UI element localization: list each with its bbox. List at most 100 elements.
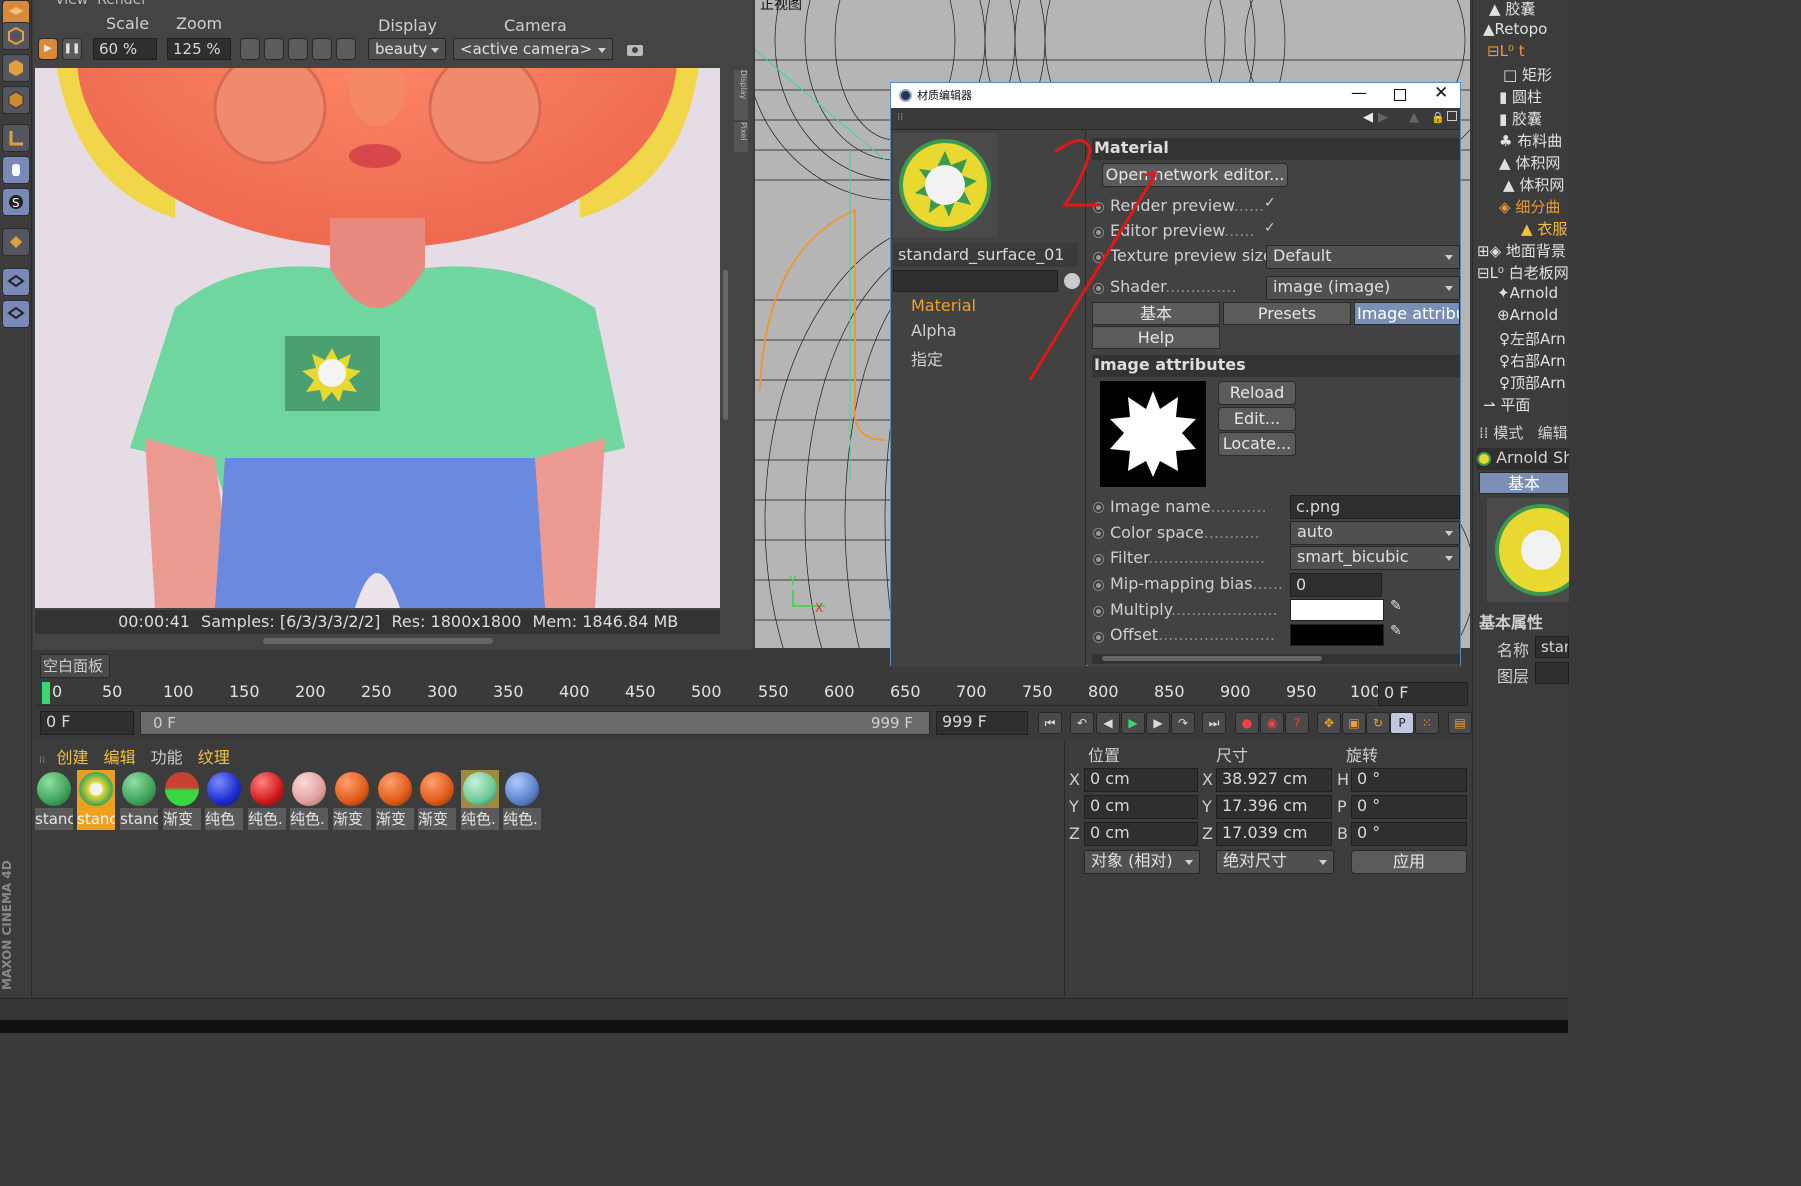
size-mode-dropdown[interactable]: 绝对尺寸: [1216, 850, 1334, 874]
rot-p-field[interactable]: 0 °: [1351, 795, 1467, 819]
empty-panel-tab[interactable]: 空白面板: [40, 654, 110, 678]
keyframe-help-icon[interactable]: ?: [1285, 712, 1309, 734]
cube-icon[interactable]: [2, 86, 30, 114]
material-slot[interactable]: 纯色.: [248, 770, 286, 830]
play-button[interactable]: ▶: [38, 38, 58, 60]
tree-item[interactable]: ▲Retopo: [1483, 20, 1547, 42]
camera-dropdown[interactable]: <active camera>: [453, 38, 613, 60]
coord-mode-dropdown[interactable]: 对象 (相对): [1084, 850, 1200, 874]
eyedropper-icon[interactable]: ✎: [1390, 623, 1402, 639]
region-icon[interactable]: [312, 38, 332, 60]
eyedropper-icon[interactable]: ✎: [1390, 598, 1402, 614]
pause-button[interactable]: ❚❚: [62, 38, 82, 60]
mip-bias-radio[interactable]: [1093, 580, 1104, 591]
material-slot[interactable]: 渐变: [333, 770, 371, 830]
material-slot[interactable]: stanc: [35, 770, 73, 830]
minimize-button[interactable]: —: [1351, 83, 1367, 102]
size-z-field[interactable]: 17.039 cm: [1216, 822, 1332, 846]
menu-create[interactable]: 创建: [56, 748, 88, 767]
material-slot[interactable]: 纯色: [205, 770, 243, 830]
maximize-button[interactable]: [1394, 89, 1406, 101]
open-network-editor-button[interactable]: Open network editor...: [1102, 163, 1288, 187]
timeline-icon[interactable]: ▤: [1448, 712, 1472, 734]
pla-key-icon[interactable]: ⁙: [1415, 712, 1439, 734]
frame-range-slider[interactable]: 0 F 999 F: [140, 711, 930, 735]
material-slot[interactable]: 纯色.: [503, 770, 541, 830]
tree-item[interactable]: ⇀ 平面: [1483, 394, 1530, 416]
pos-x-field[interactable]: 0 cm: [1084, 768, 1198, 792]
side-tab-display[interactable]: Display: [734, 70, 748, 120]
editor-preview-check[interactable]: ✓: [1264, 220, 1276, 236]
zoom-field[interactable]: 125 %: [167, 38, 231, 60]
lock-icon[interactable]: 🔒: [1431, 111, 1445, 124]
axis-icon[interactable]: [2, 124, 30, 152]
material-slot[interactable]: 渐变: [163, 770, 201, 830]
menu-function[interactable]: 功能: [151, 748, 183, 767]
material-slot[interactable]: 渐变: [376, 770, 414, 830]
hand-icon[interactable]: [2, 156, 30, 184]
tree-item[interactable]: ▮ 圆柱: [1499, 86, 1542, 108]
nav-assign[interactable]: 指定: [911, 346, 943, 370]
tree-item[interactable]: ⊟L⁰ t: [1487, 42, 1525, 64]
display-dropdown[interactable]: beauty: [368, 38, 446, 60]
offset-color-swatch[interactable]: [1290, 624, 1384, 646]
layer-field[interactable]: [1535, 662, 1569, 684]
params-hscrollbar[interactable]: [1092, 654, 1460, 664]
render-hscrollbar[interactable]: [263, 638, 493, 644]
tree-item[interactable]: ♣ 布料曲: [1499, 130, 1562, 152]
rot-h-field[interactable]: 0 °: [1351, 768, 1467, 792]
menu-edit[interactable]: 编辑: [1538, 424, 1568, 442]
current-frame-field[interactable]: 0 F: [1378, 682, 1468, 706]
autokey-icon[interactable]: ◉: [1260, 712, 1284, 734]
close-button[interactable]: ✕: [1434, 83, 1448, 103]
menu-view[interactable]: View: [55, 0, 88, 8]
color-space-radio[interactable]: [1093, 528, 1104, 539]
render-preview-radio[interactable]: [1093, 202, 1104, 213]
tree-item[interactable]: ✦Arnold: [1497, 284, 1558, 306]
pos-y-field[interactable]: 0 cm: [1084, 795, 1198, 819]
play-forward-icon[interactable]: ▶: [1121, 712, 1145, 734]
tree-item[interactable]: ♀顶部Arn: [1499, 372, 1566, 394]
go-start-icon[interactable]: ⏮: [1038, 712, 1062, 734]
editor-preview-radio[interactable]: [1093, 227, 1104, 238]
tree-item[interactable]: ◈ 细分曲: [1499, 196, 1560, 218]
pos-z-field[interactable]: 0 cm: [1084, 822, 1198, 846]
tree-item[interactable]: ⊕Arnold: [1497, 306, 1558, 328]
next-frame-icon[interactable]: ▶: [1146, 712, 1170, 734]
tree-item[interactable]: ▲ 胶囊: [1489, 0, 1535, 20]
locate-button[interactable]: Locate...: [1218, 432, 1296, 456]
nav-material[interactable]: Material: [911, 296, 976, 315]
side-tab-pixel[interactable]: Pixel: [734, 122, 748, 152]
size-y-field[interactable]: 17.396 cm: [1216, 795, 1332, 819]
texture-preview-radio[interactable]: [1093, 252, 1104, 263]
menu-mode[interactable]: 模式: [1493, 424, 1523, 442]
render-vscrollbar[interactable]: [723, 270, 728, 420]
rot-b-field[interactable]: 0 °: [1351, 822, 1467, 846]
image-name-field[interactable]: c.png: [1290, 495, 1460, 519]
playhead[interactable]: [42, 682, 50, 704]
go-end-icon[interactable]: ⏭: [1202, 712, 1226, 734]
rotate-key-icon[interactable]: ↻: [1366, 712, 1390, 734]
material-slot[interactable]: stanc: [120, 770, 158, 830]
cube-icon[interactable]: [2, 54, 30, 82]
color-space-dropdown[interactable]: auto: [1290, 521, 1460, 545]
menu-render[interactable]: Render: [97, 0, 147, 8]
start-frame-field[interactable]: 0 F: [40, 711, 134, 735]
move-key-icon[interactable]: ✥: [1317, 712, 1341, 734]
tree-item[interactable]: ♀左部Arn: [1499, 328, 1566, 350]
nav-alpha[interactable]: Alpha: [911, 321, 957, 340]
tab-help[interactable]: Help: [1092, 326, 1220, 349]
globe-icon[interactable]: [264, 38, 284, 60]
multiply-radio[interactable]: [1093, 606, 1104, 617]
tree-item[interactable]: ▮ 胶囊: [1499, 108, 1542, 130]
material-slot-selected[interactable]: stanc: [77, 770, 115, 830]
link-clear-icon[interactable]: [1064, 273, 1080, 289]
render-image[interactable]: [35, 68, 720, 608]
tab-image-attributes[interactable]: Image attribu: [1354, 302, 1460, 325]
scale-key-icon[interactable]: ▣: [1342, 712, 1366, 734]
tree-item[interactable]: □ 矩形: [1503, 64, 1552, 86]
tree-item[interactable]: ⊟L⁰ 白老板网: [1477, 262, 1569, 284]
material-name-field[interactable]: standard_surface_01: [893, 243, 1078, 267]
shader-radio[interactable]: [1093, 283, 1104, 294]
material-slot[interactable]: 纯色.: [461, 770, 499, 830]
